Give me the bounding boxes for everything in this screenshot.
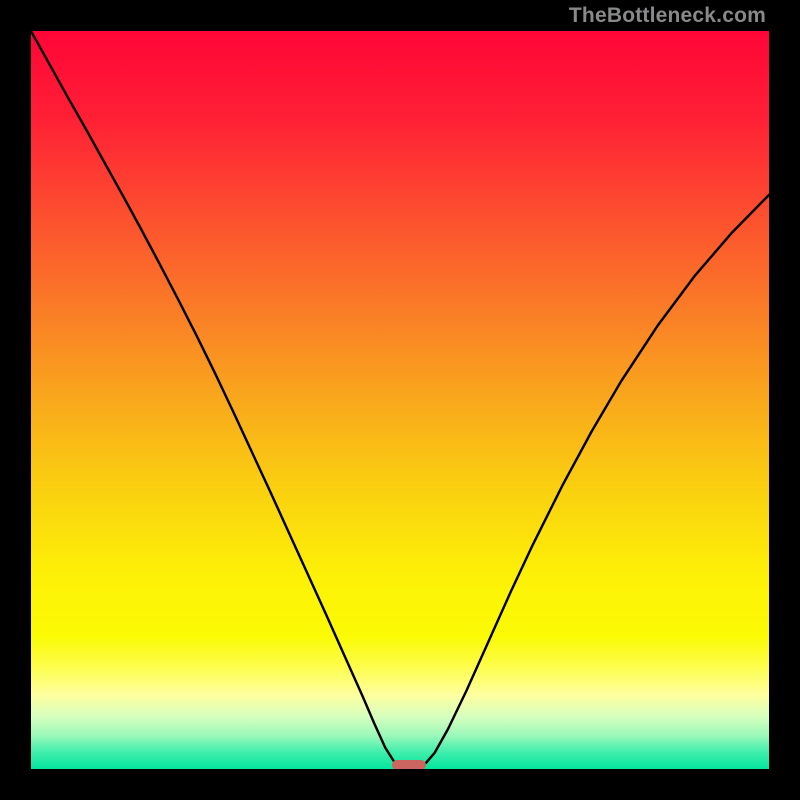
bottleneck-curve (31, 31, 769, 769)
chart-frame: TheBottleneck.com (0, 0, 800, 800)
watermark-label: TheBottleneck.com (569, 4, 766, 28)
plot-area (31, 31, 769, 769)
optimal-marker-icon (392, 760, 426, 769)
